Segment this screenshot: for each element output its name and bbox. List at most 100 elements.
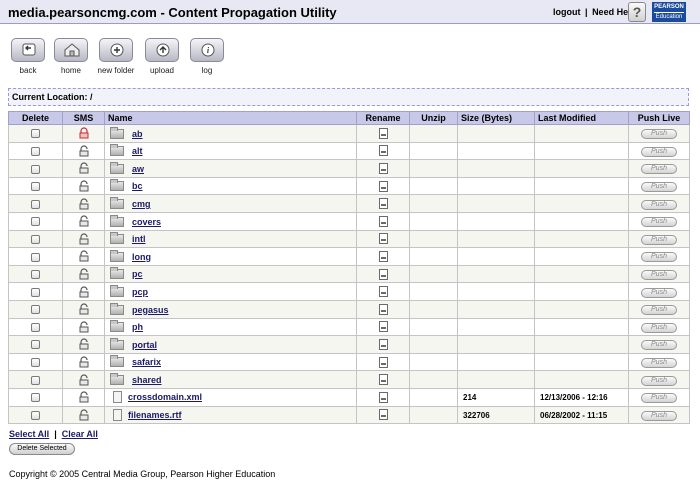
rename-icon[interactable] bbox=[378, 338, 388, 350]
delete-checkbox[interactable] bbox=[31, 217, 40, 227]
item-name-link[interactable]: filenames.rtf bbox=[128, 410, 182, 420]
item-name-link[interactable]: covers bbox=[132, 217, 161, 227]
unlocked-icon[interactable] bbox=[78, 374, 90, 386]
unlocked-icon[interactable] bbox=[78, 215, 90, 227]
push-live-button[interactable]: Push bbox=[641, 270, 677, 281]
unlocked-icon[interactable] bbox=[78, 303, 90, 315]
size-value bbox=[458, 200, 463, 209]
delete-checkbox[interactable] bbox=[31, 375, 40, 385]
push-live-button[interactable]: Push bbox=[641, 410, 677, 421]
item-name-link[interactable]: ab bbox=[132, 129, 143, 139]
delete-checkbox[interactable] bbox=[31, 129, 40, 139]
rename-icon[interactable] bbox=[378, 198, 388, 210]
delete-checkbox[interactable] bbox=[31, 410, 40, 420]
rename-icon[interactable] bbox=[378, 127, 388, 139]
clear-all-link[interactable]: Clear All bbox=[62, 429, 98, 439]
item-name-link[interactable]: safarix bbox=[132, 357, 161, 367]
rename-icon[interactable] bbox=[378, 251, 388, 263]
unlocked-icon[interactable] bbox=[78, 356, 90, 368]
upload-button[interactable]: upload bbox=[142, 38, 182, 75]
item-name-link[interactable]: bc bbox=[132, 181, 143, 191]
delete-checkbox[interactable] bbox=[31, 199, 40, 209]
push-live-button[interactable]: Push bbox=[641, 164, 677, 175]
rename-icon[interactable] bbox=[378, 356, 388, 368]
rename-icon[interactable] bbox=[378, 215, 388, 227]
push-live-button[interactable]: Push bbox=[641, 199, 677, 210]
item-name-link[interactable]: alt bbox=[132, 146, 143, 156]
rename-icon[interactable] bbox=[378, 233, 388, 245]
item-name-link[interactable]: pc bbox=[132, 269, 143, 279]
unlocked-icon[interactable] bbox=[78, 145, 90, 157]
push-cell: Push bbox=[628, 335, 690, 354]
locked-icon[interactable] bbox=[78, 127, 90, 139]
push-live-button[interactable]: Push bbox=[641, 287, 677, 298]
delete-checkbox[interactable] bbox=[31, 182, 40, 192]
rename-icon[interactable] bbox=[378, 391, 388, 403]
delete-checkbox[interactable] bbox=[31, 146, 40, 156]
home-button[interactable]: home bbox=[51, 38, 91, 75]
delete-checkbox[interactable] bbox=[31, 305, 40, 315]
rename-icon[interactable] bbox=[378, 303, 388, 315]
new-folder-button[interactable]: new folder bbox=[96, 38, 136, 75]
rename-icon[interactable] bbox=[378, 409, 388, 421]
push-live-button[interactable]: Push bbox=[641, 358, 677, 369]
delete-checkbox[interactable] bbox=[31, 164, 40, 174]
item-name-link[interactable]: long bbox=[132, 252, 151, 262]
delete-checkbox[interactable] bbox=[31, 340, 40, 350]
push-live-button[interactable]: Push bbox=[641, 375, 677, 386]
push-live-button[interactable]: Push bbox=[641, 182, 677, 193]
logout-link[interactable]: logout bbox=[553, 7, 581, 17]
unlocked-icon[interactable] bbox=[78, 409, 90, 421]
delete-checkbox[interactable] bbox=[31, 270, 40, 280]
delete-selected-button[interactable]: Delete Selected bbox=[9, 443, 75, 455]
item-name-link[interactable]: cmg bbox=[132, 199, 151, 209]
item-name-link[interactable]: crossdomain.xml bbox=[128, 392, 202, 402]
unlocked-icon[interactable] bbox=[78, 286, 90, 298]
push-live-button[interactable]: Push bbox=[641, 305, 677, 316]
item-name-link[interactable]: pegasus bbox=[132, 305, 169, 315]
delete-checkbox[interactable] bbox=[31, 393, 40, 403]
delete-checkbox[interactable] bbox=[31, 234, 40, 244]
item-name-link[interactable]: portal bbox=[132, 340, 157, 350]
top-links: logout | Need Help bbox=[553, 7, 636, 17]
push-live-button[interactable]: Push bbox=[641, 234, 677, 245]
item-name-link[interactable]: ph bbox=[132, 322, 143, 332]
push-live-button[interactable]: Push bbox=[641, 393, 677, 404]
unlocked-icon[interactable] bbox=[78, 250, 90, 262]
item-name-link[interactable]: intl bbox=[132, 234, 146, 244]
unlocked-icon[interactable] bbox=[78, 321, 90, 333]
push-live-button[interactable]: Push bbox=[641, 217, 677, 228]
rename-icon[interactable] bbox=[378, 268, 388, 280]
rename-cell bbox=[356, 159, 410, 178]
rename-icon[interactable] bbox=[378, 180, 388, 192]
rename-icon[interactable] bbox=[378, 286, 388, 298]
back-button[interactable]: back bbox=[8, 38, 48, 75]
unlocked-icon[interactable] bbox=[78, 180, 90, 192]
push-live-button[interactable]: Push bbox=[641, 252, 677, 263]
rename-icon[interactable] bbox=[378, 163, 388, 175]
log-button[interactable]: i log bbox=[187, 38, 227, 75]
rename-icon[interactable] bbox=[378, 374, 388, 386]
unlocked-icon[interactable] bbox=[78, 162, 90, 174]
unlocked-icon[interactable] bbox=[78, 233, 90, 245]
unlocked-icon[interactable] bbox=[78, 198, 90, 210]
delete-checkbox[interactable] bbox=[31, 252, 40, 262]
item-name-link[interactable]: aw bbox=[132, 164, 144, 174]
delete-checkbox[interactable] bbox=[31, 322, 40, 332]
rename-icon[interactable] bbox=[378, 145, 388, 157]
question-mark-icon[interactable]: ? bbox=[628, 2, 646, 22]
item-name-link[interactable]: pcp bbox=[132, 287, 148, 297]
push-live-button[interactable]: Push bbox=[641, 340, 677, 351]
unlocked-icon[interactable] bbox=[78, 391, 90, 403]
delete-checkbox[interactable] bbox=[31, 358, 40, 368]
delete-checkbox[interactable] bbox=[31, 287, 40, 297]
unlocked-icon[interactable] bbox=[78, 338, 90, 350]
push-live-button[interactable]: Push bbox=[641, 322, 677, 333]
table-row: covers Push bbox=[8, 211, 690, 231]
push-live-button[interactable]: Push bbox=[641, 146, 677, 157]
item-name-link[interactable]: shared bbox=[132, 375, 162, 385]
rename-icon[interactable] bbox=[378, 321, 388, 333]
unlocked-icon[interactable] bbox=[78, 268, 90, 280]
push-live-button[interactable]: Push bbox=[641, 129, 677, 140]
select-all-link[interactable]: Select All bbox=[9, 429, 49, 439]
